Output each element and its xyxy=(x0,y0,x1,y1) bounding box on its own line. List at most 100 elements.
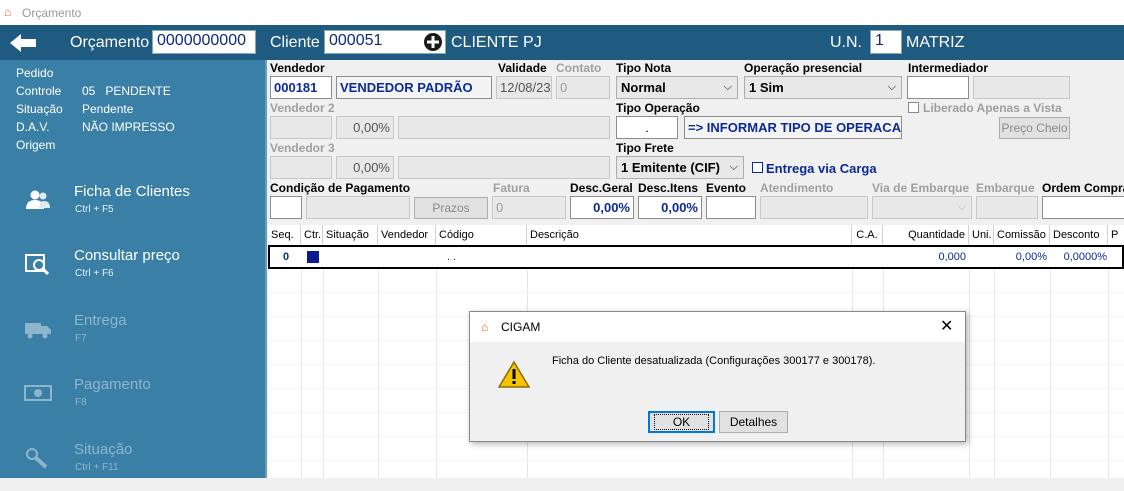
window-titlebar: ⌂ Orçamento xyxy=(0,0,1124,25)
intermediador-code-input[interactable] xyxy=(907,76,969,99)
menu-entrega[interactable]: Entrega F7 xyxy=(0,302,265,362)
cond-pagamento-name-field xyxy=(306,196,410,219)
details-button[interactable]: Detalhes xyxy=(719,411,788,433)
tipo-nota-select[interactable]: Normal ⌵ xyxy=(616,76,738,99)
grid-vline xyxy=(378,269,379,478)
dialog-title: CIGAM xyxy=(501,320,541,334)
tipo-frete-select[interactable]: 1 Emitente (CIF) ⌵ xyxy=(616,156,744,179)
validade-label: Validade xyxy=(498,61,547,75)
un-input[interactable]: 1 xyxy=(870,30,902,54)
tipo-frete-label: Tipo Frete xyxy=(616,141,674,155)
via-embarque-select[interactable]: ⌵ xyxy=(872,196,972,219)
dialog-titlebar: ⌂ CIGAM ✕ xyxy=(470,312,965,342)
menu-situacao[interactable]: Situação Ctrl + F11 xyxy=(0,431,265,491)
liberado-checkbox[interactable] xyxy=(908,102,919,113)
grid-vline xyxy=(1050,269,1051,478)
col-seq[interactable]: Seq. xyxy=(268,225,301,245)
menu-ficha-clientes[interactable]: Ficha de Clientes Ctrl + F5 xyxy=(0,173,265,233)
menu-pagamento[interactable]: Pagamento F8 xyxy=(0,366,265,426)
info-dav-label: D.A.V. xyxy=(16,120,50,134)
vendedor2-code-field xyxy=(270,116,332,139)
desc-itens-label: Desc.Itens xyxy=(638,181,699,195)
menu-consultar-preco[interactable]: Consultar preço Ctrl + F6 xyxy=(0,237,265,297)
col-ctr[interactable]: Ctr. xyxy=(301,225,323,245)
col-situacao[interactable]: Situação xyxy=(323,225,378,245)
menu-situacao-label: Situação xyxy=(74,441,133,458)
ok-button[interactable]: OK xyxy=(648,411,715,433)
col-p[interactable]: P xyxy=(1108,225,1124,245)
preco-cheio-button[interactable]: Preço Cheio xyxy=(999,117,1070,139)
chevron-down-icon: ⌵ xyxy=(723,81,732,93)
chevron-down-icon: ⌵ xyxy=(887,81,896,93)
prazos-button[interactable]: Prazos xyxy=(414,197,488,219)
col-comissao[interactable]: Comissão xyxy=(994,225,1050,245)
header-bar: Orçamento 0000000000 Cliente 000051 CLIE… xyxy=(0,25,1124,60)
ordem-compra-input[interactable] xyxy=(1042,196,1124,219)
operacao-presencial-label: Operação presencial xyxy=(744,61,863,75)
col-quantidade[interactable]: Quantidade xyxy=(883,225,969,245)
desc-geral-label: Desc.Geral xyxy=(570,181,633,195)
vendedor2-label: Vendedor 2 xyxy=(270,101,335,115)
embarque-label: Embarque xyxy=(976,181,1035,195)
vendedor-code-input[interactable]: 000181 xyxy=(270,76,332,99)
col-ca[interactable]: C.A. xyxy=(852,225,883,245)
row-seq: 0 xyxy=(283,251,290,263)
entrega-carga-label: Entrega via Carga xyxy=(766,161,877,176)
add-client-icon[interactable] xyxy=(423,32,443,52)
tipo-nota-value: Normal xyxy=(621,80,666,95)
table-row[interactable]: 0 . . 0,000 0,00% 0,0000% xyxy=(268,245,1124,269)
fatura-field: 0 xyxy=(492,196,566,219)
cond-pagamento-label: Condição de Pagamento xyxy=(270,181,411,195)
app-icon: ⌂ xyxy=(481,320,489,334)
chevron-down-icon: ⌵ xyxy=(957,201,966,213)
operacao-presencial-select[interactable]: 1 Sim ⌵ xyxy=(744,76,902,99)
grid-vline xyxy=(1108,269,1109,478)
money-icon xyxy=(24,385,52,401)
tipo-operacao-label: Tipo Operação xyxy=(616,101,700,115)
menu-pagamento-shortcut: F8 xyxy=(75,397,87,408)
truck-icon xyxy=(25,323,51,339)
grid-vline xyxy=(323,269,324,478)
menu-pagamento-label: Pagamento xyxy=(74,376,151,393)
orcamento-input[interactable]: 0000000000 xyxy=(152,30,256,54)
desc-geral-input[interactable]: 0,00% xyxy=(570,196,634,219)
menu-ficha-clientes-shortcut: Ctrl + F5 xyxy=(75,204,114,215)
tipo-operacao-code-input[interactable]: . xyxy=(616,116,678,139)
grid-vline xyxy=(969,269,970,478)
evento-input[interactable] xyxy=(706,196,756,219)
users-icon xyxy=(26,190,50,209)
row-ctr-indicator xyxy=(307,251,319,263)
liberado-label: Liberado Apenas a Vista xyxy=(923,101,1062,115)
chevron-down-icon: ⌵ xyxy=(729,161,738,173)
status-icon xyxy=(26,448,48,469)
col-vendedor[interactable]: Vendedor xyxy=(378,225,436,245)
cliente-label: Cliente xyxy=(270,34,320,51)
col-desconto[interactable]: Desconto xyxy=(1050,225,1108,245)
warning-icon xyxy=(498,360,530,388)
un-label: U.N. xyxy=(830,34,862,51)
message-dialog: ⌂ CIGAM ✕ Ficha do Cliente desatualizada… xyxy=(469,311,966,442)
col-uni[interactable]: Uni. xyxy=(969,225,994,245)
price-search-icon xyxy=(25,254,50,275)
info-controle-label: Controle xyxy=(16,84,62,98)
fatura-label: Fatura xyxy=(493,181,530,195)
row-comissao: 0,00% xyxy=(1015,251,1047,263)
menu-entrega-shortcut: F7 xyxy=(75,333,87,344)
embarque-field xyxy=(976,196,1038,219)
un-name: MATRIZ xyxy=(906,34,965,51)
dialog-message: Ficha do Cliente desatualizada (Configur… xyxy=(552,355,876,367)
ok-button-label: OK xyxy=(653,414,710,430)
info-origem-label: Origem xyxy=(16,138,56,152)
col-descricao[interactable]: Descrição xyxy=(527,225,852,245)
close-icon[interactable]: ✕ xyxy=(940,316,953,336)
menu-ficha-clientes-label: Ficha de Clientes xyxy=(74,183,190,200)
col-codigo[interactable]: Código xyxy=(436,225,527,245)
info-dav-value: NÃO IMPRESSO xyxy=(82,120,175,134)
contato-label: Contato xyxy=(556,61,602,75)
desc-itens-input[interactable]: 0,00% xyxy=(638,196,702,219)
cond-pagamento-code-input[interactable] xyxy=(270,196,302,219)
entrega-carga-checkbox[interactable] xyxy=(752,162,763,173)
back-arrow-icon[interactable] xyxy=(8,32,38,54)
window-title: Orçamento xyxy=(22,6,82,20)
row-codigo: . . xyxy=(447,251,457,263)
